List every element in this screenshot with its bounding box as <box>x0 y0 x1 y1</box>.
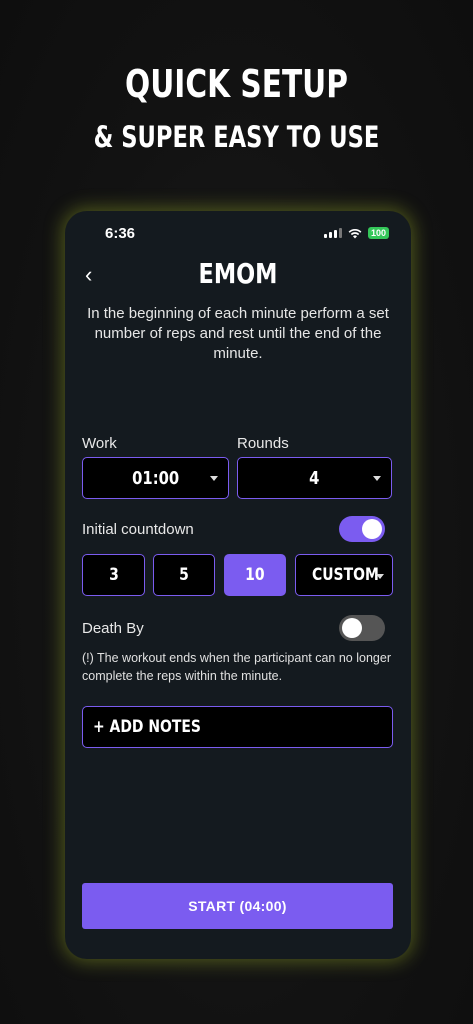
start-label: START (04:00) <box>188 898 287 914</box>
back-button[interactable]: ‹ <box>85 263 92 287</box>
wifi-icon <box>348 228 362 238</box>
work-value: 01:00 <box>132 467 179 489</box>
initial-countdown-label: Initial countdown <box>82 521 194 538</box>
promo-headline: QUICK SETUP <box>125 62 348 106</box>
add-notes-label: + ADD NOTES <box>93 717 201 737</box>
chevron-down-icon <box>376 574 384 579</box>
battery-icon: 100 <box>367 227 389 239</box>
countdown-option-10[interactable]: 10 <box>224 554 286 596</box>
work-select[interactable]: 01:00 <box>82 457 229 499</box>
add-notes-button[interactable]: + ADD NOTES <box>82 706 393 748</box>
countdown-option-5[interactable]: 5 <box>153 554 215 596</box>
death-by-toggle[interactable] <box>339 615 385 641</box>
initial-countdown-toggle[interactable] <box>339 516 385 542</box>
chevron-down-icon <box>210 476 218 481</box>
countdown-option-custom[interactable]: CUSTOM <box>295 554 393 596</box>
cellular-signal-icon <box>323 228 342 238</box>
rounds-label: Rounds <box>237 435 289 452</box>
page-description: In the beginning of each minute perform … <box>87 305 389 362</box>
start-button[interactable]: START (04:00) <box>82 883 393 929</box>
promo-subheadline: & SUPER EASY TO USE <box>93 120 380 154</box>
page-title: EMOM <box>198 257 278 290</box>
status-icons: 100 <box>323 227 389 239</box>
death-by-note: (!) The workout ends when the participan… <box>82 651 391 683</box>
death-by-label: Death By <box>82 620 144 637</box>
countdown-option-3[interactable]: 3 <box>82 554 145 596</box>
rounds-value: 4 <box>309 467 320 489</box>
status-time: 6:36 <box>105 225 136 242</box>
work-label: Work <box>82 435 117 452</box>
phone-screen: 6:36 100 ‹ EMOM In the beginning of each… <box>65 211 411 959</box>
rounds-select[interactable]: 4 <box>237 457 392 499</box>
chevron-down-icon <box>373 476 381 481</box>
